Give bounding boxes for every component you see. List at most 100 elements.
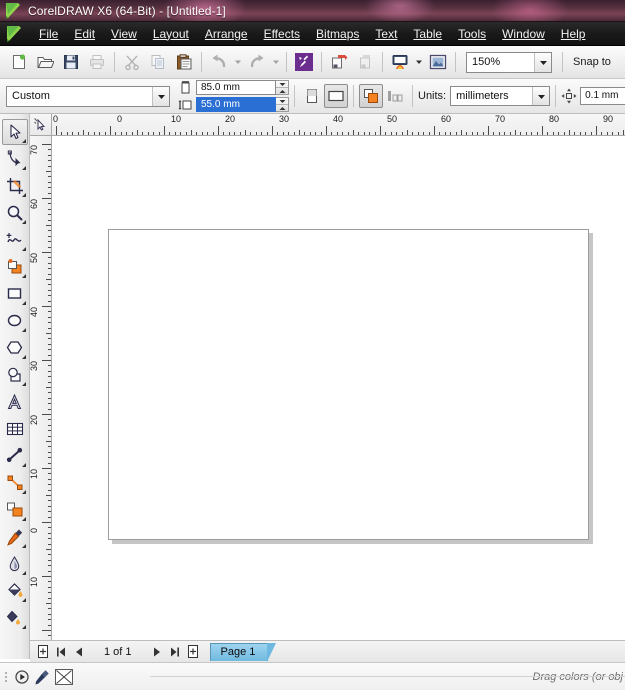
menu-item-arrange[interactable]: Arrange xyxy=(197,24,256,44)
dimension-tool-flyout-arrow[interactable] xyxy=(21,463,26,467)
table-tool[interactable] xyxy=(2,416,28,442)
no-fill-swatch[interactable] xyxy=(55,668,73,685)
redo-button[interactable] xyxy=(244,49,270,75)
export-button[interactable] xyxy=(352,49,378,75)
page-size-combobox[interactable]: Custom xyxy=(6,85,170,107)
page-size-dropdown-arrow[interactable] xyxy=(152,86,169,106)
page-height-spinner[interactable] xyxy=(276,97,289,112)
outline-tool-flyout-arrow[interactable] xyxy=(21,571,26,575)
basic-shapes-tool[interactable] xyxy=(2,362,28,388)
zoom-level-combobox[interactable]: 150% xyxy=(466,51,552,73)
publish-pdf-button[interactable] xyxy=(387,49,413,75)
menu-item-effects[interactable]: Effects xyxy=(256,24,308,44)
connector-tool-flyout-arrow[interactable] xyxy=(21,490,26,494)
new-document-button[interactable] xyxy=(6,49,32,75)
page-height-input[interactable]: 55.0 mm xyxy=(196,97,276,112)
outline-tool[interactable] xyxy=(2,551,28,577)
open-document-button[interactable] xyxy=(32,49,58,75)
menu-item-table[interactable]: Table xyxy=(405,24,450,44)
next-page-button[interactable] xyxy=(148,643,166,661)
last-page-button[interactable] xyxy=(166,643,184,661)
pick-tool[interactable] xyxy=(1,119,28,145)
ellipse-tool[interactable] xyxy=(2,308,28,334)
print-button[interactable] xyxy=(84,49,110,75)
menu-app-logo-icon[interactable] xyxy=(5,25,23,43)
undo-button[interactable] xyxy=(206,49,232,75)
page-height-spin-up[interactable] xyxy=(276,105,288,111)
previous-page-button[interactable] xyxy=(70,643,88,661)
freehand-tool-flyout-arrow[interactable] xyxy=(21,247,26,251)
color-eyedropper-tool[interactable] xyxy=(2,524,28,550)
basic-shapes-tool-flyout-arrow[interactable] xyxy=(21,382,26,386)
redo-dropdown-button[interactable] xyxy=(270,50,282,74)
current-page-button[interactable] xyxy=(383,84,407,108)
menu-item-window[interactable]: Window xyxy=(494,24,553,44)
menu-item-file[interactable]: File xyxy=(31,24,66,44)
interactive-fill-tool-flyout-arrow[interactable] xyxy=(21,625,26,629)
first-page-button[interactable] xyxy=(52,643,70,661)
connector-tool[interactable] xyxy=(2,470,28,496)
menu-item-help[interactable]: Help xyxy=(553,24,594,44)
drawing-page[interactable] xyxy=(108,229,589,540)
status-eyedropper-button[interactable] xyxy=(33,668,51,686)
import-button[interactable] xyxy=(326,49,352,75)
menu-item-text[interactable]: Text xyxy=(367,24,405,44)
save-document-button[interactable] xyxy=(58,49,84,75)
cut-button[interactable] xyxy=(119,49,145,75)
play-circle-button[interactable] xyxy=(13,668,31,686)
menu-item-view[interactable]: View xyxy=(103,24,145,44)
menu-item-tools[interactable]: Tools xyxy=(450,24,494,44)
undo-dropdown-button[interactable] xyxy=(232,50,244,74)
menu-item-edit[interactable]: Edit xyxy=(66,24,103,44)
ellipse-tool-flyout-arrow[interactable] xyxy=(21,328,26,332)
shape-tool[interactable] xyxy=(2,146,28,172)
smart-fill-tool[interactable] xyxy=(2,254,28,280)
paste-button[interactable] xyxy=(171,49,197,75)
blend-tool-flyout-arrow[interactable] xyxy=(21,517,26,521)
nudge-distance-input[interactable]: 0.1 mm xyxy=(580,87,625,105)
grip-dots-icon[interactable] xyxy=(3,670,11,684)
freehand-tool[interactable] xyxy=(2,227,28,253)
rectangle-tool-flyout-arrow[interactable] xyxy=(21,301,26,305)
smart-fill-tool-flyout-arrow[interactable] xyxy=(21,274,26,278)
fill-tool-flyout-arrow[interactable] xyxy=(21,598,26,602)
menu-item-layout[interactable]: Layout xyxy=(145,24,197,44)
drawing-canvas[interactable] xyxy=(52,136,625,639)
zoom-tool-flyout-arrow[interactable] xyxy=(21,220,26,224)
portrait-button[interactable] xyxy=(300,84,324,108)
polygon-tool[interactable] xyxy=(2,335,28,361)
snap-to-button[interactable]: Snap to xyxy=(573,56,611,68)
blend-tool[interactable] xyxy=(2,497,28,523)
crop-tool[interactable] xyxy=(2,173,28,199)
add-page-before-button[interactable] xyxy=(34,643,52,661)
shape-tool-flyout-arrow[interactable] xyxy=(21,166,26,170)
copy-button[interactable] xyxy=(145,49,171,75)
landscape-button[interactable] xyxy=(324,84,348,108)
full-screen-preview-button[interactable] xyxy=(425,49,451,75)
page-tab-page-1[interactable]: Page 1 xyxy=(209,642,277,662)
interactive-fill-tool[interactable] xyxy=(2,605,28,631)
dimension-tool[interactable] xyxy=(2,443,28,469)
page-height-spin-down[interactable] xyxy=(276,98,288,105)
ruler-origin-button[interactable] xyxy=(30,114,52,136)
page-width-input[interactable]: 85.0 mm xyxy=(196,80,276,95)
color-eyedropper-tool-flyout-arrow[interactable] xyxy=(21,544,26,548)
all-pages-button[interactable] xyxy=(359,84,383,108)
zoom-tool[interactable] xyxy=(2,200,28,226)
publish-pdf-dropdown-button[interactable] xyxy=(413,50,425,74)
vertical-ruler[interactable]: millimeters 70605040302010010 xyxy=(30,136,52,659)
page-width-spin-down[interactable] xyxy=(276,81,288,88)
menu-item-bitmaps[interactable]: Bitmaps xyxy=(308,24,367,44)
pick-tool-flyout-arrow[interactable] xyxy=(21,139,26,143)
units-dropdown-arrow[interactable] xyxy=(532,87,550,105)
rectangle-tool[interactable] xyxy=(2,281,28,307)
fill-tool[interactable] xyxy=(2,578,28,604)
zoom-dropdown-arrow[interactable] xyxy=(534,52,551,72)
page-width-spinner[interactable] xyxy=(276,80,289,95)
text-tool[interactable] xyxy=(2,389,28,415)
page-width-spin-up[interactable] xyxy=(276,88,288,94)
application-launcher-button[interactable] xyxy=(291,49,317,75)
polygon-tool-flyout-arrow[interactable] xyxy=(21,355,26,359)
units-combobox[interactable]: millimeters xyxy=(450,86,551,106)
add-page-after-button[interactable] xyxy=(184,643,202,661)
